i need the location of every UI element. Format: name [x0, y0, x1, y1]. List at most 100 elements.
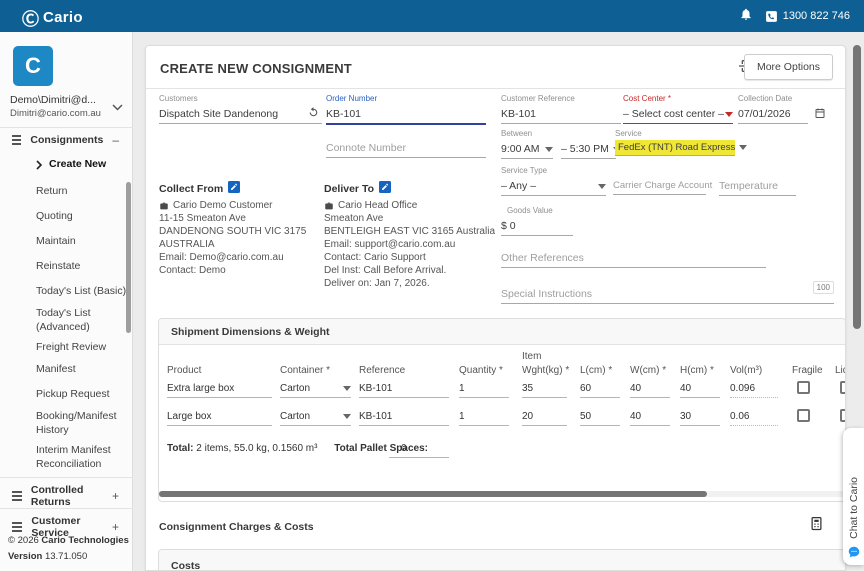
- col-volume: Vol(m³): [730, 365, 762, 376]
- page-scrollbar[interactable]: [853, 45, 861, 329]
- quantity-input[interactable]: 1: [459, 411, 509, 426]
- notifications-bell-icon[interactable]: [739, 7, 753, 26]
- sidebar-divider: [0, 127, 133, 128]
- other-references-input[interactable]: Other References: [501, 252, 766, 264]
- more-options-button[interactable]: More Options: [744, 54, 833, 80]
- other-references-field[interactable]: Other References: [501, 249, 766, 268]
- costs-panel: Costs: [158, 549, 846, 571]
- goods-value-field[interactable]: Goods Value $ 0: [501, 206, 573, 236]
- container-select[interactable]: Carton: [280, 411, 351, 426]
- height-input[interactable]: 40: [680, 383, 720, 398]
- expand-icon[interactable]: +: [112, 489, 127, 503]
- sidebar-section-controlled-returns[interactable]: Controlled Returns +: [12, 484, 127, 508]
- chevron-right-icon: [36, 160, 42, 170]
- collapse-icon[interactable]: –: [112, 133, 127, 147]
- sidebar-item-manifest[interactable]: Manifest: [36, 363, 128, 377]
- service-type-select[interactable]: – Any –: [501, 180, 606, 192]
- fragile-checkbox[interactable]: [797, 409, 810, 422]
- edit-deliver-to-icon[interactable]: [379, 181, 391, 196]
- reference-input[interactable]: KB-101: [359, 411, 449, 426]
- container-select[interactable]: Carton: [280, 383, 351, 398]
- customer-reference-field[interactable]: Customer Reference KB-101: [501, 94, 621, 124]
- connote-number-input[interactable]: Connote Number: [326, 142, 486, 154]
- sidebar-item-reinstate[interactable]: Reinstate: [36, 260, 128, 274]
- sidebar-item-quoting[interactable]: Quoting: [36, 210, 128, 224]
- goods-value-input[interactable]: $ 0: [501, 220, 573, 232]
- order-number-field[interactable]: Order Number KB-101: [326, 94, 486, 125]
- product-input[interactable]: Large box: [167, 411, 272, 426]
- order-number-input[interactable]: KB-101: [326, 108, 486, 120]
- sidebar-item-pickup-request[interactable]: Pickup Request: [36, 388, 128, 402]
- chat-tab[interactable]: Chat to Cario: [843, 428, 864, 565]
- sidebar-item-return[interactable]: Return: [36, 185, 128, 199]
- reference-input[interactable]: KB-101: [359, 383, 449, 398]
- sidebar-item-todays-list-advanced[interactable]: Today's List (Advanced): [36, 307, 128, 334]
- expand-icon[interactable]: +: [112, 520, 127, 534]
- collect-from-block: Collect From Cario Demo Customer 11-15 S…: [159, 181, 321, 277]
- collection-date-label: Collection Date: [738, 94, 808, 105]
- shipment-panel-header[interactable]: Shipment Dimensions & Weight: [159, 319, 845, 345]
- between-to-select[interactable]: – 5:30 PM: [561, 140, 616, 159]
- costs-panel-header[interactable]: Costs: [159, 550, 845, 571]
- edit-collect-from-icon[interactable]: [228, 181, 240, 196]
- card-header: CREATE NEW CONSIGNMENT More Options: [146, 46, 845, 89]
- width-input[interactable]: 40: [630, 383, 670, 398]
- charges-section-title: Consignment Charges & Costs: [159, 521, 314, 533]
- carrier-charge-account-input[interactable]: Carrier Charge Account: [613, 180, 706, 191]
- undo-icon[interactable]: [307, 106, 320, 124]
- collection-date-field[interactable]: Collection Date 07/01/2026: [738, 94, 808, 124]
- user-menu-chevron-down-icon[interactable]: [112, 98, 123, 116]
- collect-from-line: Contact: Demo: [159, 264, 321, 277]
- customers-input[interactable]: Dispatch Site Dandenong: [159, 108, 322, 120]
- connote-number-field[interactable]: Connote Number: [326, 132, 486, 158]
- section-label: Controlled Returns: [31, 484, 103, 508]
- calculator-icon[interactable]: [809, 516, 824, 536]
- sidebar-item-maintain[interactable]: Maintain: [36, 235, 128, 249]
- special-instructions-input[interactable]: Special Instructions: [501, 288, 834, 300]
- service-type-field[interactable]: Service Type – Any –: [501, 166, 606, 196]
- col-reference: Reference: [359, 365, 405, 376]
- sidebar-item-todays-list-basic[interactable]: Today's List (Basic): [36, 285, 128, 299]
- deliver-to-line: Del Inst: Call Before Arrival.: [324, 264, 496, 277]
- carrier-charge-account-field[interactable]: Carrier Charge Account: [613, 166, 706, 195]
- version-line: Version 13.71.050: [8, 551, 87, 562]
- product-input[interactable]: Extra large box: [167, 383, 272, 398]
- col-item: Item: [522, 351, 541, 362]
- weight-input[interactable]: 20: [522, 411, 567, 426]
- dropdown-arrow-icon: [598, 184, 606, 189]
- temperature-field[interactable]: Temperature: [719, 166, 796, 196]
- sidebar-item-booking-manifest-history[interactable]: Booking/Manifest History: [36, 410, 128, 437]
- liquid-checkbox[interactable]: [840, 409, 846, 422]
- deliver-to-line: Deliver on: Jan 7, 2026.: [324, 277, 496, 290]
- calendar-icon[interactable]: [814, 106, 826, 124]
- support-phone[interactable]: 1300 822 746: [765, 10, 850, 23]
- length-input[interactable]: 50: [580, 411, 620, 426]
- table-horizontal-scrollbar[interactable]: [159, 491, 845, 497]
- cost-center-field[interactable]: Cost Center * – Select cost center –: [623, 94, 733, 124]
- quantity-input[interactable]: 1: [459, 383, 509, 398]
- collect-from-name: Cario Demo Customer: [173, 199, 272, 212]
- liquid-checkbox[interactable]: [840, 381, 846, 394]
- pallet-spaces-input[interactable]: 0: [389, 443, 449, 458]
- cost-center-select[interactable]: – Select cost center –: [623, 108, 733, 120]
- length-input[interactable]: 60: [580, 383, 620, 398]
- fragile-checkbox[interactable]: [797, 381, 810, 394]
- between-from-select[interactable]: 9:00 AM: [501, 140, 553, 159]
- special-instructions-field[interactable]: Special Instructions 100: [501, 285, 834, 304]
- service-select[interactable]: FedEx (TNT) Road Express: [615, 140, 735, 156]
- consignment-card: CREATE NEW CONSIGNMENT More Options Cust…: [145, 45, 846, 571]
- sidebar-scrollbar[interactable]: [126, 182, 131, 333]
- customer-reference-input[interactable]: KB-101: [501, 108, 621, 120]
- sidebar-item-create-new[interactable]: Create New: [36, 158, 128, 172]
- weight-input[interactable]: 35: [522, 383, 567, 398]
- sidebar-section-consignments[interactable]: Consignments –: [12, 133, 127, 147]
- scrollbar-thumb[interactable]: [159, 491, 707, 497]
- height-input[interactable]: 30: [680, 411, 720, 426]
- collection-date-input[interactable]: 07/01/2026: [738, 108, 808, 120]
- sidebar-item-freight-review[interactable]: Freight Review: [36, 341, 128, 355]
- width-input[interactable]: 40: [630, 411, 670, 426]
- temperature-input[interactable]: Temperature: [719, 180, 796, 192]
- sidebar-item-interim-manifest-reconciliation[interactable]: Interim Manifest Reconciliation: [36, 444, 128, 471]
- customers-field[interactable]: Customers Dispatch Site Dandenong: [159, 94, 322, 124]
- order-number-label: Order Number: [326, 94, 486, 105]
